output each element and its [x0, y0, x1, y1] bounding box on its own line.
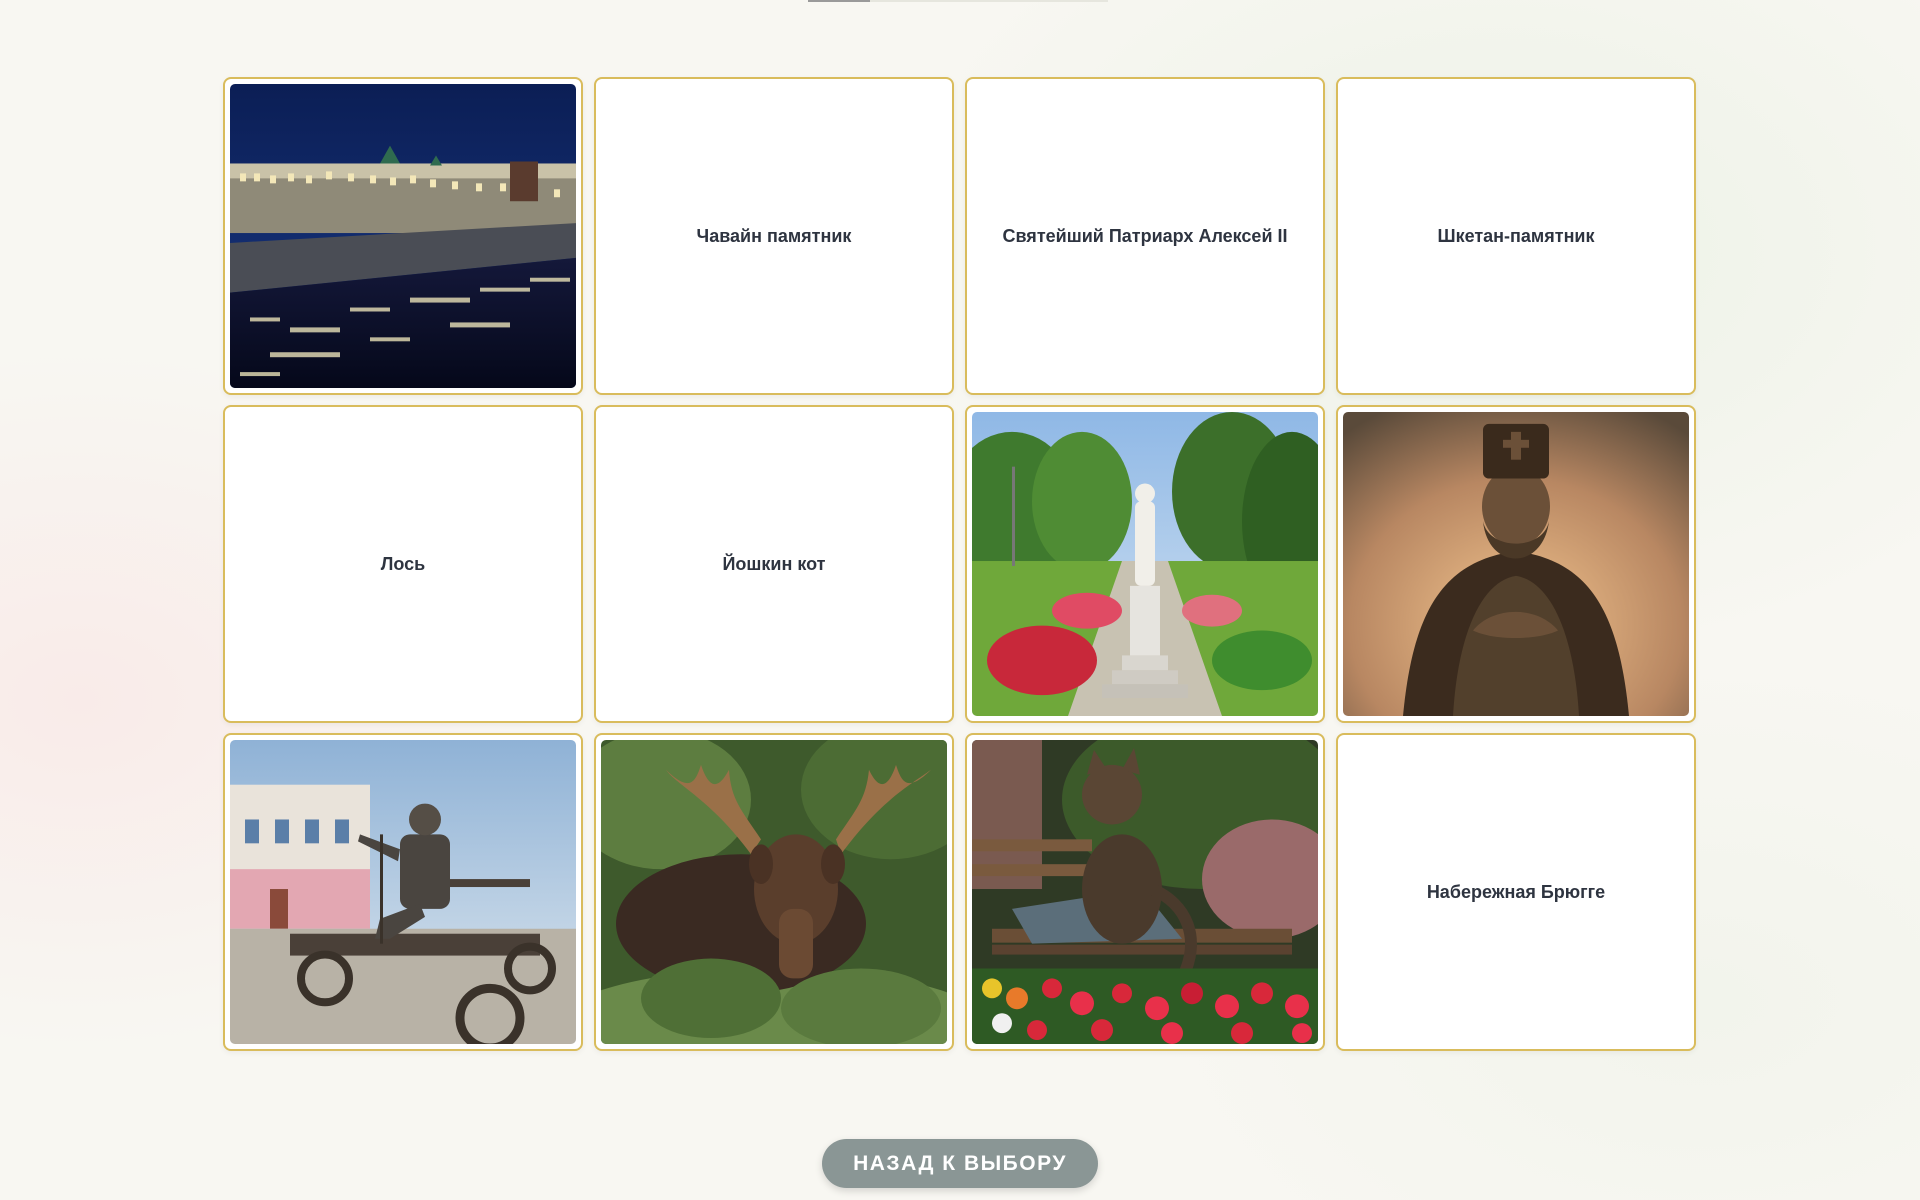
memory-card-grid: Чавайн памятник Святейший Патриарх Алекс… [223, 77, 1697, 1051]
card-label: Чавайн памятник [696, 225, 852, 246]
card-5[interactable]: Лось [223, 405, 583, 723]
card-7[interactable] [965, 405, 1325, 723]
card-2[interactable]: Чавайн памятник [594, 77, 954, 395]
saint-statue-photo [1343, 412, 1689, 716]
moose-photo [601, 740, 947, 1044]
card-12[interactable]: Набережная Брюгге [1336, 733, 1696, 1051]
card-label: Йошкин кот [722, 553, 826, 574]
card-label: Святейший Патриарх Алексей II [1002, 225, 1288, 246]
trolley-statue-photo [230, 740, 576, 1044]
park-monument-photo [972, 412, 1318, 716]
card-11[interactable] [965, 733, 1325, 1051]
card-3[interactable]: Святейший Патриарх Алексей II [965, 77, 1325, 395]
card-label: Набережная Брюгге [1426, 881, 1606, 902]
card-10[interactable] [594, 733, 954, 1051]
progress-indicator-active [808, 0, 870, 2]
card-label: Шкетан-памятник [1437, 225, 1595, 246]
card-9[interactable] [223, 733, 583, 1051]
progress-indicator [808, 0, 1108, 2]
card-8[interactable] [1336, 405, 1696, 723]
back-to-selection-button[interactable]: НАЗАД К ВЫБОРУ [822, 1139, 1098, 1188]
card-6[interactable]: Йошкин кот [594, 405, 954, 723]
card-4[interactable]: Шкетан-памятник [1336, 77, 1696, 395]
card-1[interactable] [223, 77, 583, 395]
cat-bench-statue-photo [972, 740, 1318, 1044]
embankment-night-photo [230, 84, 576, 388]
card-label: Лось [380, 553, 426, 574]
